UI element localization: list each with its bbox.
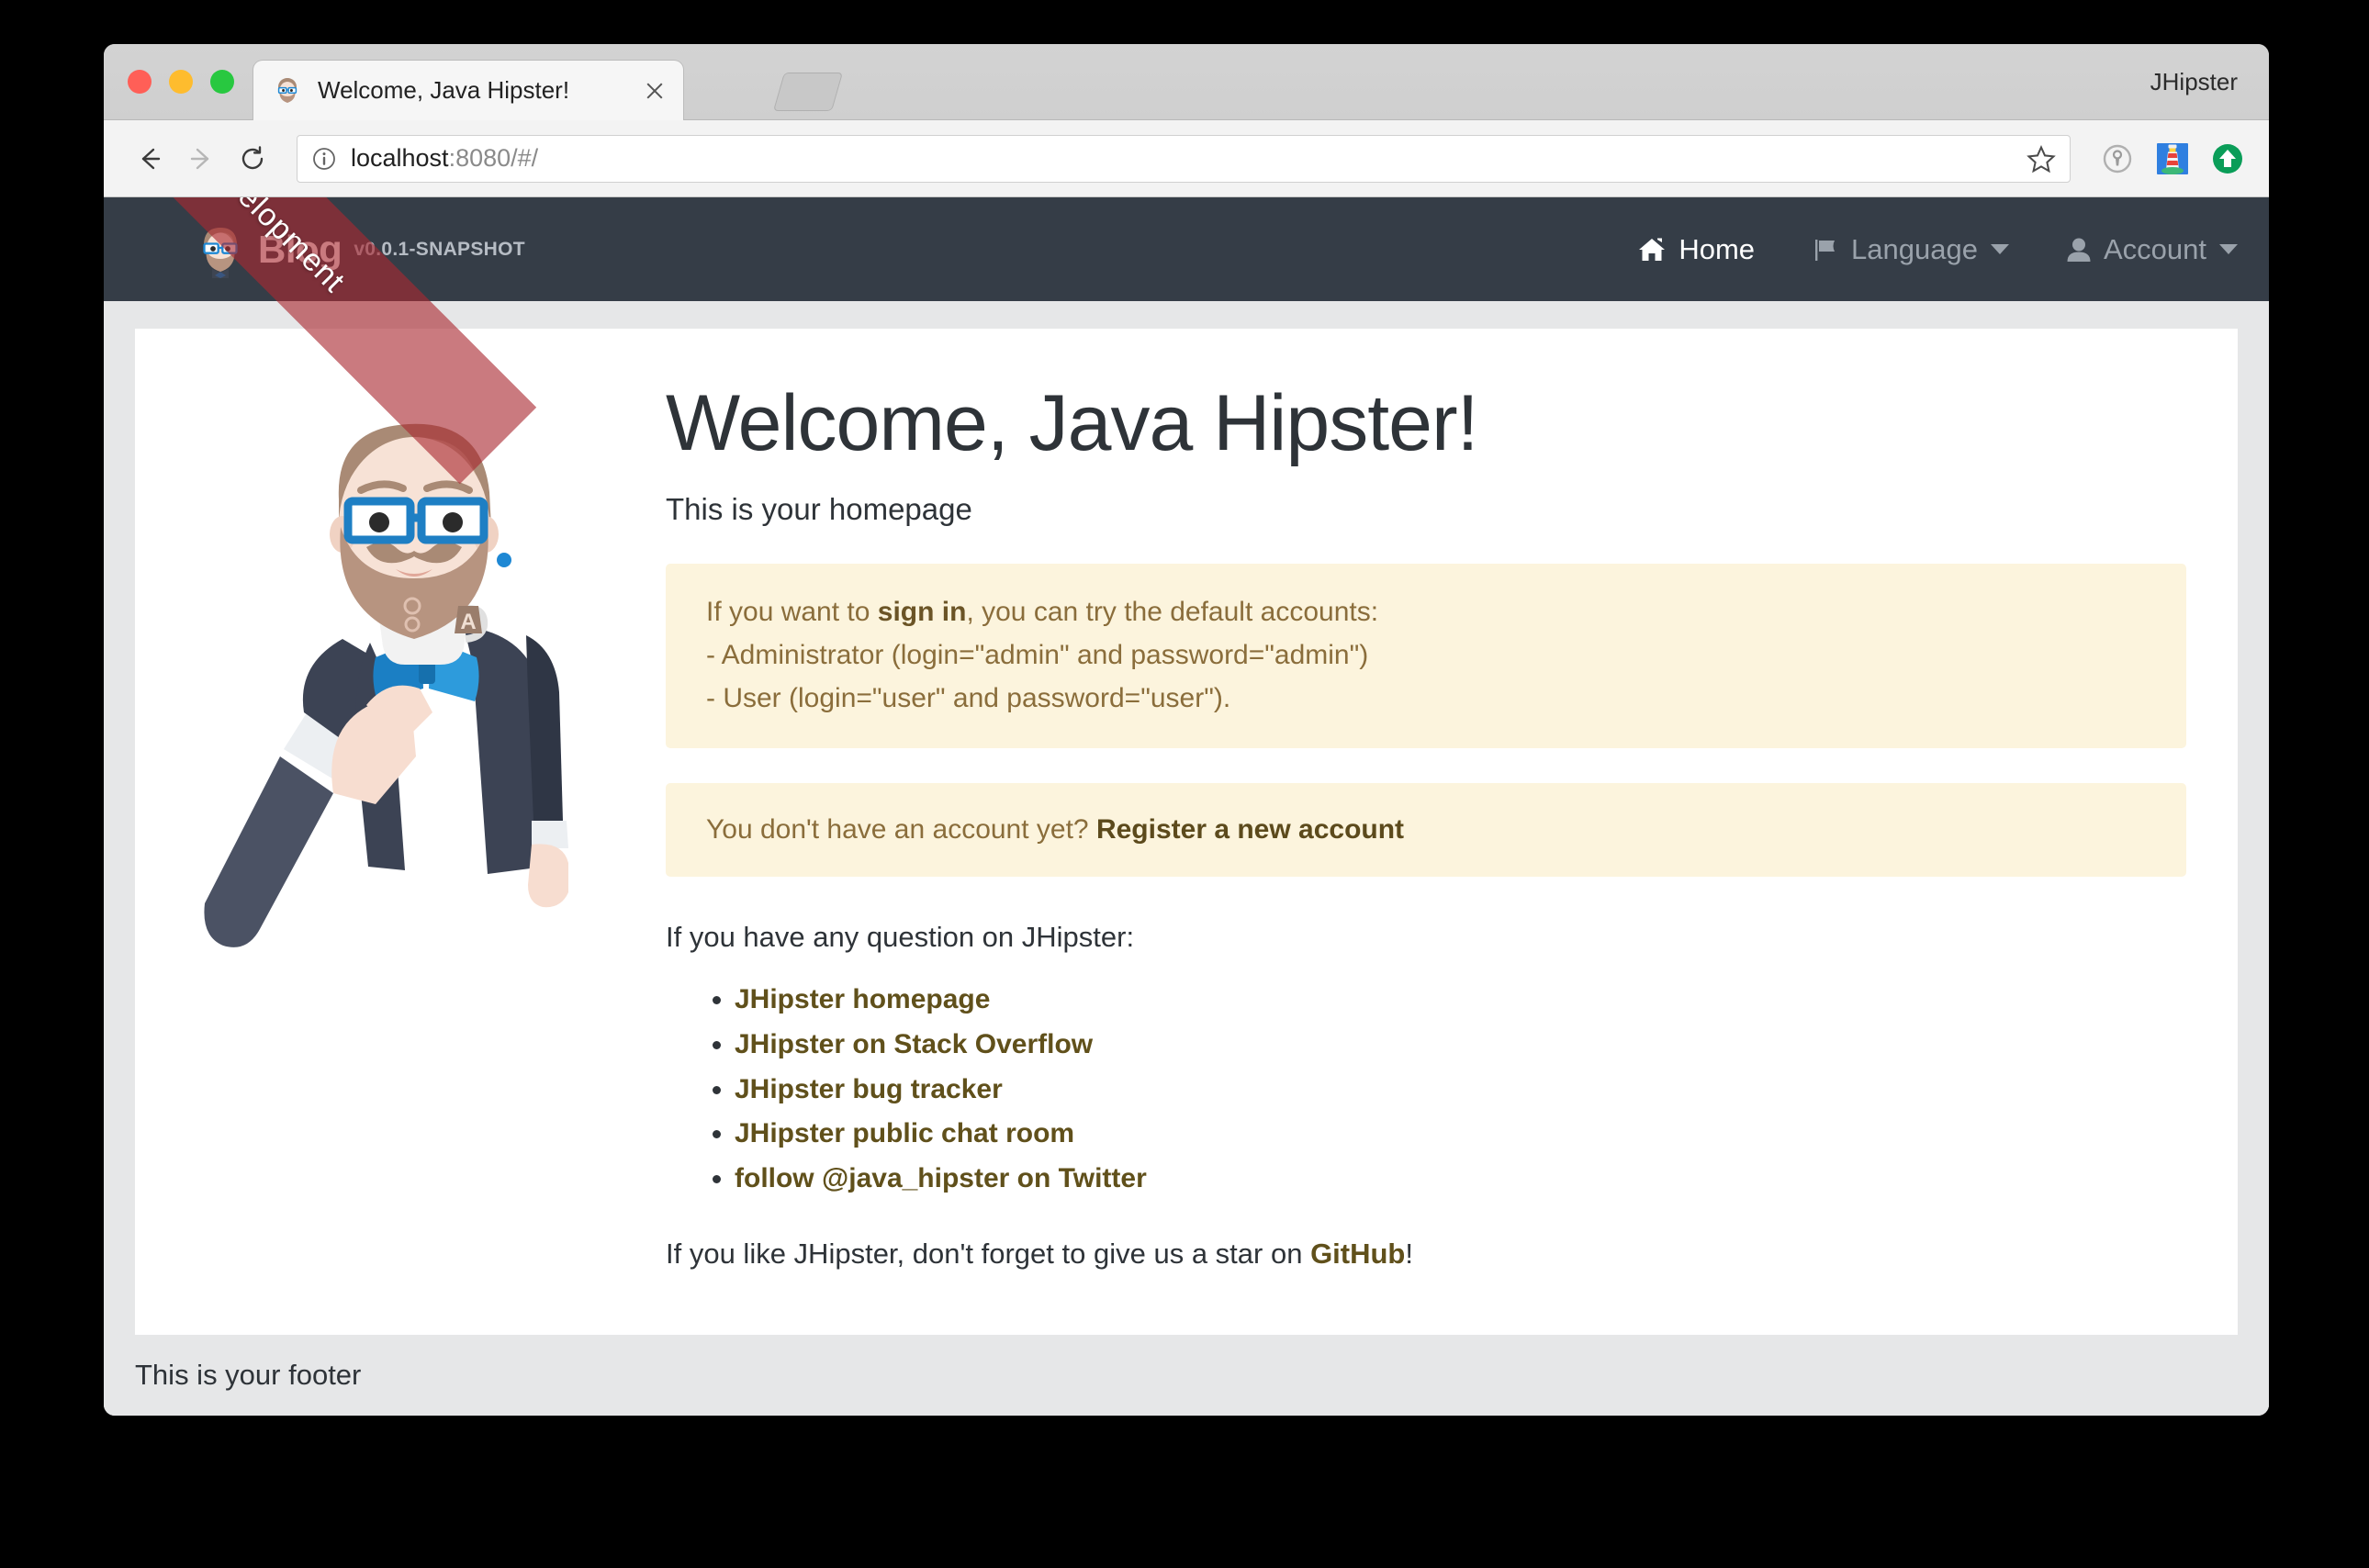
register-account-link[interactable]: Register a new account <box>1096 814 1404 845</box>
user-icon <box>2066 236 2092 263</box>
link-stack-overflow[interactable]: JHipster on Stack Overflow <box>735 1029 1093 1059</box>
flag-icon <box>1812 236 1839 263</box>
browser-tab-title: Welcome, Java Hipster! <box>318 76 570 104</box>
url-host: localhost <box>351 144 449 172</box>
close-icon[interactable] <box>641 77 668 105</box>
page-body: A Welcome, Java Hipster! This is your ho… <box>104 301 2269 1416</box>
green-up-arrow-icon[interactable] <box>2206 138 2249 180</box>
chevron-down-icon <box>2219 244 2238 254</box>
page-title: Welcome, Java Hipster! <box>666 379 1479 467</box>
hipster-illustration: A <box>204 423 568 947</box>
nav-item-home-label: Home <box>1679 232 1756 265</box>
link-jhipster-homepage[interactable]: JHipster homepage <box>735 984 990 1014</box>
list-item: JHipster on Stack Overflow <box>735 1023 2186 1068</box>
list-item: JHipster bug tracker <box>735 1068 2186 1113</box>
browser-tab-strip: Welcome, Java Hipster! JHipster <box>104 44 2269 120</box>
url-path: :8080/#/ <box>448 144 539 172</box>
nav-item-account[interactable]: Account <box>2066 233 2238 266</box>
svg-text:A: A <box>460 610 476 634</box>
link-chat-room[interactable]: JHipster public chat room <box>735 1118 1074 1148</box>
list-item: JHipster homepage <box>735 978 2186 1023</box>
new-tab-icon[interactable] <box>772 73 844 111</box>
resource-links-list: JHipster homepage JHipster on Stack Over… <box>666 978 2186 1201</box>
nav-item-home[interactable]: Home <box>1637 233 1755 266</box>
app-brand-title: Blog <box>258 227 342 271</box>
app-brand[interactable]: Blog v0.0.1-SNAPSHOT <box>192 221 525 278</box>
lighthouse-icon[interactable] <box>2151 138 2194 180</box>
chevron-down-icon <box>1990 244 2009 254</box>
url-text: localhost:8080/#/ <box>351 144 538 173</box>
info-circle-icon[interactable] <box>310 145 338 173</box>
nav-item-language[interactable]: Language <box>1812 233 2009 266</box>
minimize-window-button[interactable] <box>169 70 193 94</box>
app-navbar: Blog v0.0.1-SNAPSHOT Home Language Accou… <box>104 197 2269 301</box>
app-footer-text: This is your footer <box>135 1359 362 1391</box>
register-alert-text: You don't have an account yet? <box>706 813 1096 845</box>
register-alert: You don't have an account yet? Register … <box>666 782 2186 878</box>
nav-item-language-label: Language <box>1851 232 1978 265</box>
forward-arrow-icon[interactable] <box>175 133 227 185</box>
link-twitter[interactable]: follow @java_hipster on Twitter <box>735 1163 1147 1193</box>
app-navbar-menu: Home Language Account <box>1637 233 2238 266</box>
signin-alert: If you want to sign in, you can try the … <box>666 564 2186 748</box>
page-subtitle: This is your homepage <box>666 492 972 527</box>
reload-icon[interactable] <box>227 133 278 185</box>
signin-link[interactable]: sign in <box>878 597 967 627</box>
signin-alert-user-line: - User (login="user" and password="user"… <box>706 682 1231 713</box>
browser-profile-name[interactable]: JHipster <box>2150 68 2238 96</box>
github-line: If you like JHipster, don't forget to gi… <box>666 1238 2186 1271</box>
browser-window: Welcome, Java Hipster! JHipster localhos… <box>104 44 2269 1416</box>
close-window-button[interactable] <box>128 70 152 94</box>
content-card: A Welcome, Java Hipster! This is your ho… <box>135 329 2238 1335</box>
window-controls <box>128 70 234 94</box>
link-github[interactable]: GitHub <box>1310 1238 1405 1270</box>
question-line: If you have any question on JHipster: <box>666 921 1135 954</box>
home-text-column: Welcome, Java Hipster! This is your home… <box>627 365 2186 1335</box>
list-item: JHipster public chat room <box>735 1112 2186 1157</box>
hipster-face-icon <box>272 75 303 106</box>
keyhole-icon[interactable] <box>2096 138 2139 180</box>
browser-toolbar: localhost:8080/#/ <box>104 120 2269 197</box>
signin-intro-before: If you want to <box>706 597 878 628</box>
signin-intro-after: , you can try the default accounts: <box>966 597 1379 628</box>
github-line-before: If you like JHipster, don't forget to gi… <box>666 1238 1311 1271</box>
github-line-after: ! <box>1405 1238 1413 1271</box>
link-bug-tracker[interactable]: JHipster bug tracker <box>735 1074 1003 1104</box>
page-viewport: Blog v0.0.1-SNAPSHOT Home Language Accou… <box>104 197 2269 1416</box>
url-bar[interactable]: localhost:8080/#/ <box>297 134 2071 183</box>
back-arrow-icon[interactable] <box>124 133 175 185</box>
home-icon <box>1637 236 1667 263</box>
maximize-window-button[interactable] <box>210 70 234 94</box>
hipster-avatar-icon <box>192 221 249 278</box>
app-version-label: v0.0.1-SNAPSHOT <box>354 238 525 260</box>
list-item: follow @java_hipster on Twitter <box>735 1157 2186 1202</box>
hipster-illustration-column: A <box>186 365 627 1335</box>
signin-alert-intro: If you want to sign in, you can try the … <box>706 591 2146 634</box>
browser-tab[interactable]: Welcome, Java Hipster! <box>253 60 684 120</box>
star-icon[interactable] <box>2026 143 2057 174</box>
app-footer: This is your footer <box>104 1335 2269 1416</box>
nav-item-account-label: Account <box>2103 232 2206 265</box>
signin-alert-admin-line: - Administrator (login="admin" and passw… <box>706 640 1369 671</box>
